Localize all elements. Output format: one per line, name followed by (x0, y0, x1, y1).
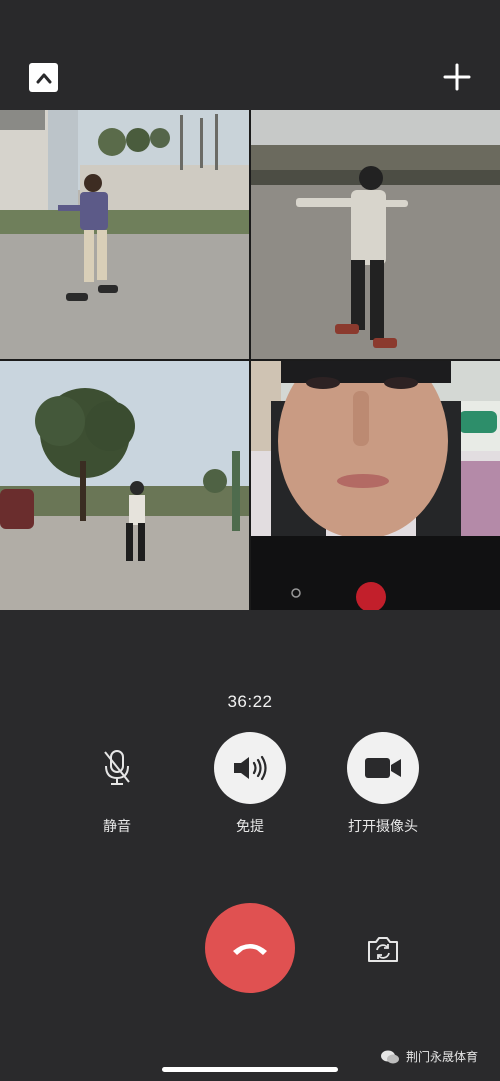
speaker-icon (234, 755, 267, 781)
mute-icon-wrap (81, 732, 153, 804)
speaker-label: 免提 (236, 818, 264, 834)
mute-label: 静音 (103, 818, 131, 834)
wechat-icon (381, 1050, 399, 1063)
minimize-call-button[interactable] (29, 63, 58, 92)
participant-video-1[interactable] (0, 110, 249, 359)
hang-up-icon (233, 944, 267, 955)
microphone-off-icon (104, 750, 130, 785)
watermark-text: 荆门永晟体育 (406, 1050, 479, 1064)
camera-label: 打开摄像头 (348, 818, 418, 834)
call-timer: 36:22 (227, 692, 273, 711)
top-bar (0, 0, 500, 110)
self-video[interactable] (251, 361, 500, 610)
speaker-button[interactable]: 免提 (190, 732, 310, 836)
switch-camera-icon (368, 937, 398, 962)
watermark: 荆门永晟体育 (380, 1048, 478, 1065)
plus-icon (443, 63, 471, 91)
video-camera-icon (365, 758, 401, 778)
add-participant-button[interactable] (442, 62, 472, 92)
home-indicator[interactable] (162, 1067, 338, 1072)
participant-video-2[interactable] (251, 110, 500, 359)
video-grid (0, 110, 500, 610)
switch-camera-button[interactable] (366, 934, 400, 964)
participant-video-3[interactable] (0, 361, 249, 610)
camera-button[interactable]: 打开摄像头 (323, 732, 443, 836)
mute-button[interactable]: 静音 (57, 732, 177, 836)
chevron-up-icon (36, 73, 51, 83)
camera-icon-wrap (347, 732, 419, 804)
speaker-icon-wrap (214, 732, 286, 804)
hang-up-button[interactable] (205, 903, 295, 993)
